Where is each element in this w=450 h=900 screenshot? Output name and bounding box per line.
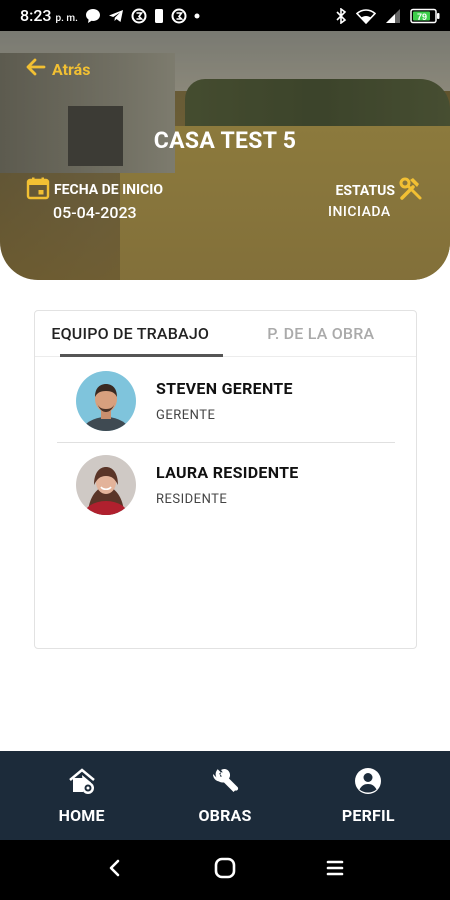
- signal-icon: [385, 8, 401, 24]
- system-back-icon[interactable]: [105, 858, 125, 882]
- member-role: GERENTE: [156, 407, 216, 423]
- bluetooth-icon: [335, 7, 347, 24]
- back-label: Atrás: [52, 59, 91, 79]
- wrench-icon: [210, 766, 240, 800]
- account-icon: [353, 766, 383, 800]
- nav-home[interactable]: HOME: [17, 766, 147, 825]
- back-button[interactable]: Atrás: [24, 55, 90, 83]
- chat-bubble-icon: [85, 8, 101, 24]
- sim-icon: [154, 8, 164, 24]
- tab-p-de-la-obra[interactable]: P. DE LA OBRA: [226, 311, 417, 356]
- member-name: STEVEN GERENTE: [156, 378, 293, 398]
- arrow-left-icon: [24, 55, 48, 83]
- nav-perfil-label: PERFIL: [341, 806, 395, 825]
- start-date-value: 05-04-2023: [53, 203, 137, 222]
- project-title: CASA TEST 5: [153, 127, 297, 154]
- status-value: INICIADA: [328, 204, 391, 220]
- tab-equipo-de-trabajo[interactable]: EQUIPO DE TRABAJO: [35, 311, 226, 357]
- system-nav-bar: [0, 840, 450, 900]
- team-member-row[interactable]: LAURA RESIDENTE RESIDENTE: [57, 443, 395, 527]
- home-icon: [67, 766, 97, 800]
- system-home-icon[interactable]: [214, 857, 236, 883]
- app-screen: 8:23 p. m. 79 Atrás CASA TEST 5 FECHA DE…: [0, 0, 450, 900]
- nav-obras[interactable]: OBRAS: [160, 766, 290, 825]
- team-member-row[interactable]: STEVEN GERENTE GERENTE: [57, 359, 395, 443]
- nav-perfil[interactable]: PERFIL: [303, 766, 433, 825]
- nav-home-label: HOME: [58, 806, 105, 825]
- system-recents-icon[interactable]: [325, 858, 345, 882]
- calendar-icon: [26, 176, 50, 204]
- status-bar: 8:23 p. m. 79: [0, 0, 450, 31]
- status-time: 8:23 p. m.: [20, 6, 78, 25]
- svg-text:79: 79: [417, 12, 427, 22]
- app-notification-icon-2: [171, 8, 187, 24]
- tools-icon: [398, 176, 424, 206]
- member-name: LAURA RESIDENTE: [156, 463, 299, 482]
- app-notification-icon: [131, 8, 147, 24]
- bottom-nav: HOME OBRAS PERFIL: [0, 751, 450, 840]
- member-role: RESIDENTE: [156, 492, 228, 507]
- wifi-icon: [356, 8, 376, 24]
- start-date-label: FECHA DE INICIO: [26, 176, 163, 204]
- telegram-icon: [108, 8, 124, 24]
- avatar: [76, 370, 136, 431]
- team-card: EQUIPO DE TRABAJO P. DE LA OBRA STEVEN G…: [34, 310, 417, 649]
- tab-bar: EQUIPO DE TRABAJO P. DE LA OBRA: [35, 311, 416, 357]
- project-header: Atrás CASA TEST 5 FECHA DE INICIO 05-04-…: [0, 31, 450, 280]
- avatar: [76, 455, 136, 515]
- status-label: ESTATUS: [335, 176, 424, 206]
- battery-icon: 79: [410, 8, 440, 24]
- nav-obras-label: OBRAS: [198, 806, 252, 825]
- dot-icon: [194, 13, 200, 19]
